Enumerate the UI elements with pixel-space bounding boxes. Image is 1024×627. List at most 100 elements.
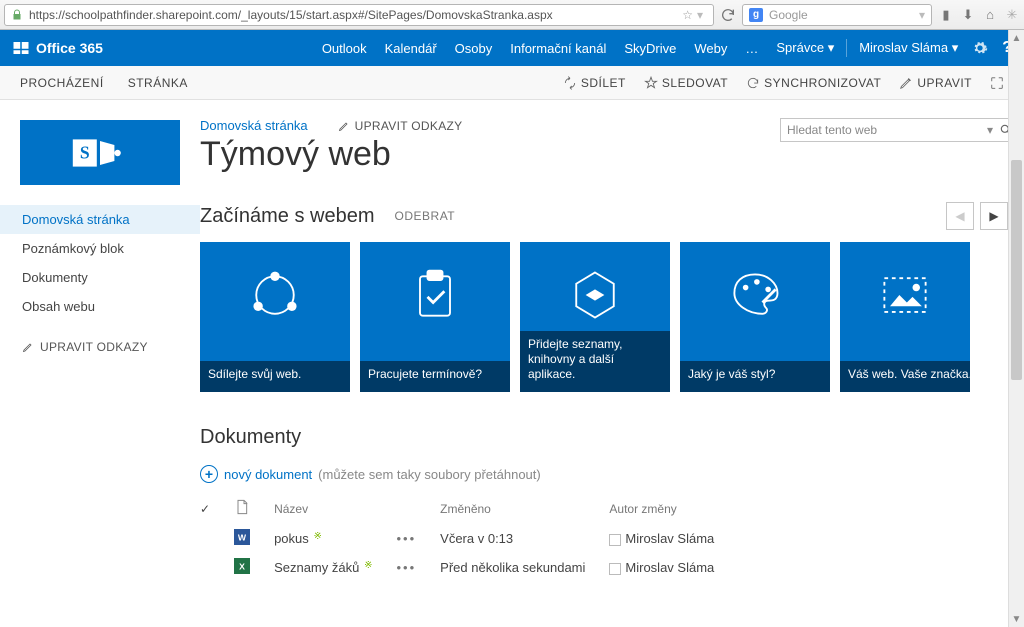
reload-icon[interactable] (720, 7, 736, 23)
chevron-down-icon[interactable]: ▾ (987, 123, 993, 137)
presence-icon (609, 563, 621, 575)
action-follow[interactable]: SLEDOVAT (644, 76, 728, 90)
getting-started-header: Začínáme s webem ODEBRAT ◀ ▶ (200, 202, 1012, 230)
download-icon[interactable]: ⬇ (960, 7, 976, 23)
new-document-row: + nový dokument (můžete sem taky soubory… (200, 465, 1012, 483)
promoted-tiles: Sdílejte svůj web. Pracujete termínově? … (200, 242, 1012, 392)
share-icon (245, 265, 305, 325)
lock-icon (11, 9, 23, 21)
item-menu[interactable]: ••• (397, 531, 417, 546)
nav-home[interactable]: Domovská stránka (0, 205, 200, 234)
action-edit[interactable]: UPRAVIT (899, 76, 972, 90)
palette-icon (725, 265, 785, 325)
nav-outlook[interactable]: Outlook (322, 41, 367, 56)
drag-hint: (můžete sem taky soubory přetáhnout) (318, 467, 541, 482)
browser-search[interactable]: g Google ▾ (742, 4, 932, 26)
breadcrumb-home[interactable]: Domovská stránka (200, 118, 308, 133)
bookmark-star-icon[interactable]: ☆ (682, 8, 693, 22)
main-content: Domovská stránka UPRAVIT ODKAZY Hledat t… (200, 100, 1024, 622)
office-logo[interactable]: Office 365 (12, 39, 103, 57)
presence-icon (609, 534, 621, 546)
scrollbar[interactable]: ▲ ▼ (1008, 30, 1024, 627)
nav-skydrive[interactable]: SkyDrive (624, 41, 676, 56)
nav-newsfeed[interactable]: Informační kanál (510, 41, 606, 56)
new-badge: ※ (361, 560, 372, 571)
extension-icon[interactable]: ✳ (1004, 7, 1020, 23)
col-type-icon[interactable] (234, 495, 274, 524)
col-name[interactable]: Název (274, 495, 396, 524)
excel-icon: X (234, 558, 250, 574)
tile-add-apps-caption: Přidejte seznamy, knihovny a další aplik… (520, 331, 670, 392)
nav-people[interactable]: Osoby (455, 41, 493, 56)
file-modified: Včera v 0:13 (440, 524, 609, 553)
tile-next[interactable]: ▶ (980, 202, 1008, 230)
svg-text:W: W (238, 532, 247, 542)
nav-calendar[interactable]: Kalendář (385, 41, 437, 56)
left-column: S Domovská stránka Poznámkový blok Dokum… (0, 100, 200, 622)
url-text: https://schoolpathfinder.sharepoint.com/… (29, 8, 553, 22)
col-check[interactable]: ✓ (200, 495, 234, 524)
tab-browse[interactable]: PROCHÁZENÍ (20, 76, 104, 90)
nav-more[interactable]: … (745, 41, 758, 56)
table-row[interactable]: X Seznamy žáků ※ ••• Před několika sekun… (200, 553, 738, 582)
tile-prev[interactable]: ◀ (946, 202, 974, 230)
tile-deadline-caption: Pracujete termínově? (360, 361, 510, 392)
table-row[interactable]: W pokus ※ ••• Včera v 0:13 Miroslav Slám… (200, 524, 738, 553)
nav-notebook[interactable]: Poznámkový blok (0, 234, 200, 263)
edit-links-top[interactable]: UPRAVIT ODKAZY (338, 119, 463, 133)
tile-share-caption: Sdílejte svůj web. (200, 361, 350, 392)
split-icon[interactable]: ▮ (938, 7, 954, 23)
tile-style-caption: Jaký je váš styl? (680, 361, 830, 392)
tile-share[interactable]: Sdílejte svůj web. (200, 242, 350, 392)
file-name[interactable]: pokus (274, 531, 309, 546)
action-share[interactable]: SDÍLET (563, 76, 626, 90)
col-modified-by[interactable]: Autor změny (609, 495, 738, 524)
search-placeholder: Google (769, 8, 808, 22)
tile-add-apps[interactable]: Přidejte seznamy, knihovny a další aplik… (520, 242, 670, 392)
hexagon-icon (565, 265, 625, 325)
svg-text:X: X (239, 561, 245, 571)
home-icon[interactable]: ⌂ (982, 7, 998, 23)
scroll-down-icon[interactable]: ▼ (1009, 611, 1024, 627)
google-icon: g (749, 8, 763, 22)
site-search[interactable]: Hledat tento web ▾ (780, 118, 1020, 142)
col-modified[interactable]: Změněno (440, 495, 609, 524)
new-badge: ※ (311, 531, 322, 542)
user-menu[interactable]: Miroslav Sláma ▾ (859, 40, 958, 56)
scroll-thumb[interactable] (1011, 160, 1022, 380)
documents-heading: Dokumenty (200, 426, 1012, 449)
site-logo[interactable]: S (20, 120, 180, 185)
file-author[interactable]: Miroslav Sláma (625, 560, 714, 575)
nav-site-contents[interactable]: Obsah webu (0, 292, 200, 321)
clipboard-icon (405, 265, 465, 325)
new-document-link[interactable]: nový dokument (224, 467, 312, 482)
getting-started-heading: Začínáme s webem (200, 205, 375, 228)
file-name[interactable]: Seznamy žáků (274, 560, 359, 575)
file-icon (234, 499, 250, 515)
suite-user-area: Miroslav Sláma ▾ ? (846, 39, 1012, 57)
sharepoint-icon: S (65, 133, 135, 173)
scroll-up-icon[interactable]: ▲ (1009, 30, 1024, 46)
image-icon (875, 265, 935, 325)
browser-toolbar: https://schoolpathfinder.sharepoint.com/… (0, 0, 1024, 30)
action-sync[interactable]: SYNCHRONIZOVAT (746, 76, 881, 90)
tile-brand-caption: Váš web. Vaše značka. (840, 361, 970, 392)
documents-table: ✓ Název Změněno Autor změny W pokus ※ ••… (200, 495, 738, 582)
tile-style[interactable]: Jaký je váš styl? (680, 242, 830, 392)
gear-icon[interactable] (972, 40, 988, 56)
nav-admin[interactable]: Správce ▾ (776, 40, 834, 56)
nav-edit-links[interactable]: UPRAVIT ODKAZY (0, 333, 200, 361)
tile-brand[interactable]: Váš web. Vaše značka. (840, 242, 970, 392)
tile-deadline[interactable]: Pracujete termínově? (360, 242, 510, 392)
file-author[interactable]: Miroslav Sláma (625, 531, 714, 546)
item-menu[interactable]: ••• (397, 560, 417, 575)
plus-icon[interactable]: + (200, 465, 218, 483)
url-bar[interactable]: https://schoolpathfinder.sharepoint.com/… (4, 4, 714, 26)
site-search-placeholder: Hledat tento web (787, 123, 877, 137)
word-icon: W (234, 529, 250, 545)
nav-documents[interactable]: Dokumenty (0, 263, 200, 292)
nav-sites[interactable]: Weby (694, 41, 727, 56)
action-focus[interactable] (990, 76, 1004, 90)
remove-getting-started[interactable]: ODEBRAT (395, 209, 456, 223)
tab-page[interactable]: STRÁNKA (128, 76, 188, 90)
